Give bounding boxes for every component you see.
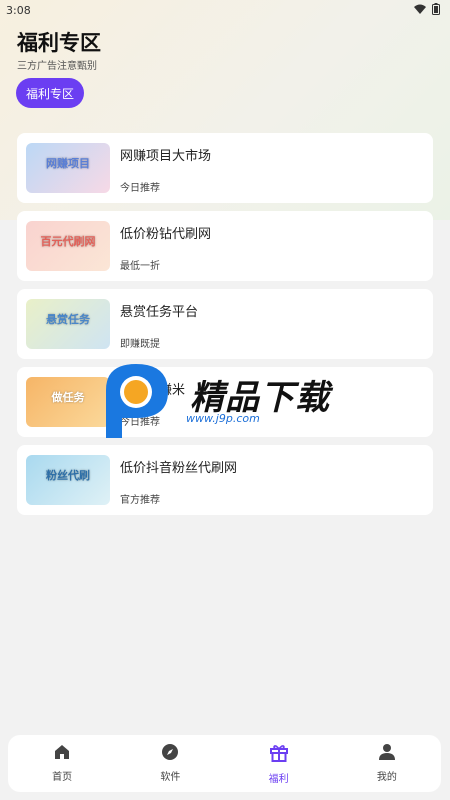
status-time: 3:08 — [6, 4, 31, 17]
item-title: 悬赏任务平台 — [120, 305, 199, 320]
thumbnail-text: 粉丝代刷 — [46, 469, 90, 482]
nav-profile-label: 我的 — [376, 772, 397, 783]
list-item[interactable]: 百元代刷网 低价粉钻代刷网 最低一折 — [17, 211, 433, 281]
status-bar: 3:08 — [0, 0, 450, 22]
item-thumbnail: 粉丝代刷 — [26, 455, 110, 505]
item-subtitle: 官方推荐 — [120, 495, 160, 506]
thumbnail-text: 悬赏任务 — [46, 313, 90, 326]
nav-profile[interactable]: 我的 — [333, 735, 441, 792]
header: 福利专区 三方广告注意甄别 — [17, 30, 101, 72]
item-subtitle: 最低一折 — [120, 261, 160, 272]
watermark-logo-icon — [106, 364, 168, 438]
item-title: 低价抖音粉丝代刷网 — [120, 461, 238, 476]
thumbnail-text: 网赚项目 — [46, 157, 90, 170]
nav-home-label: 首页 — [52, 772, 73, 783]
gift-icon — [269, 745, 288, 762]
compass-icon — [162, 744, 179, 760]
item-subtitle: 即赚既提 — [120, 339, 160, 350]
list-item[interactable]: 悬赏任务 悬赏任务平台 即赚既提 — [17, 289, 433, 359]
bottom-nav: 首页 软件 福利 我的 — [8, 735, 441, 792]
battery-icon — [432, 3, 440, 15]
thumbnail-text: 百元代刷网 — [40, 235, 96, 248]
welfare-list: 网赚项目 网赚项目大市场 今日推荐 百元代刷网 低价粉钻代刷网 最低一折 悬赏任… — [17, 133, 433, 523]
item-title: 低价粉钻代刷网 — [120, 227, 212, 242]
nav-home[interactable]: 首页 — [8, 735, 116, 792]
item-subtitle: 今日推荐 — [120, 183, 160, 194]
nav-software[interactable]: 软件 — [116, 735, 224, 792]
page-title: 福利专区 — [17, 31, 101, 55]
list-item[interactable]: 网赚项目 网赚项目大市场 今日推荐 — [17, 133, 433, 203]
user-icon — [378, 744, 395, 760]
watermark: 精品下载 www.j9p.com — [98, 360, 358, 442]
page-subtitle: 三方广告注意甄别 — [17, 61, 97, 72]
nav-software-label: 软件 — [160, 772, 181, 783]
item-thumbnail: 悬赏任务 — [26, 299, 110, 349]
list-item[interactable]: 粉丝代刷 低价抖音粉丝代刷网 官方推荐 — [17, 445, 433, 515]
item-thumbnail: 网赚项目 — [26, 143, 110, 193]
watermark-url: www.j9p.com — [186, 412, 260, 425]
wifi-icon — [414, 4, 426, 14]
nav-welfare-label: 福利 — [268, 774, 289, 785]
home-icon — [55, 745, 70, 759]
tab-welfare[interactable]: 福利专区 — [16, 78, 84, 108]
item-title: 网赚项目大市场 — [120, 149, 212, 164]
item-thumbnail: 百元代刷网 — [26, 221, 110, 271]
nav-welfare[interactable]: 福利 — [225, 735, 333, 792]
